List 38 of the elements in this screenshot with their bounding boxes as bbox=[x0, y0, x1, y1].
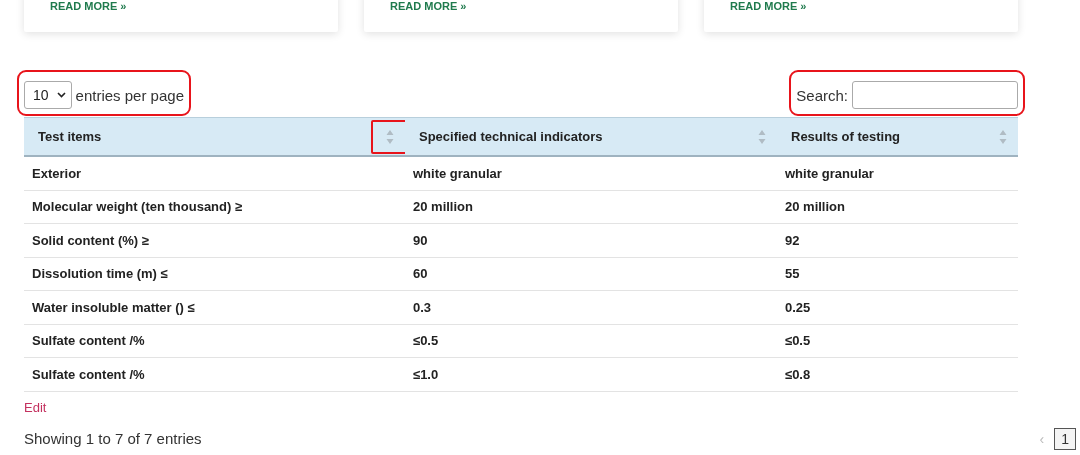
table-cell: Sulfate content /% bbox=[24, 358, 405, 392]
table-cell: 55 bbox=[777, 257, 1018, 291]
table-cell: 60 bbox=[405, 257, 777, 291]
search-field[interactable] bbox=[852, 81, 1018, 109]
edit-link[interactable]: Edit bbox=[24, 399, 47, 415]
read-more-link[interactable]: READ MORE » bbox=[50, 0, 127, 12]
chevron-down-icon bbox=[56, 92, 66, 98]
sort-icon[interactable] bbox=[386, 128, 394, 145]
table-cell: Molecular weight (ten thousand) ≥ bbox=[24, 190, 405, 224]
entries-info: Showing 1 to 7 of 7 entries bbox=[24, 430, 202, 447]
read-more-link[interactable]: READ MORE » bbox=[730, 0, 807, 12]
table-cell: white granular bbox=[405, 157, 777, 191]
table-cell: white granular bbox=[777, 157, 1018, 191]
table-cell: 20 million bbox=[405, 190, 777, 224]
table-cell: Solid content (%) ≥ bbox=[24, 224, 405, 258]
sort-icon[interactable] bbox=[758, 128, 766, 145]
page-link[interactable]: 1 bbox=[1054, 427, 1076, 450]
table-cell: ≤0.5 bbox=[405, 324, 777, 358]
table-cell: 0.3 bbox=[405, 291, 777, 325]
table-cell: ≤1.0 bbox=[405, 358, 777, 392]
table-cell: 92 bbox=[777, 224, 1018, 258]
sort-icon[interactable] bbox=[999, 128, 1007, 145]
table-cell: Sulfate content /% bbox=[24, 324, 405, 358]
column-header[interactable]: Specified technical indicators bbox=[405, 117, 777, 157]
table-cell: 20 million bbox=[777, 190, 1018, 224]
column-header[interactable]: Test items bbox=[24, 117, 405, 157]
table-cell: ≤0.5 bbox=[777, 324, 1018, 358]
table-cell: Dissolution time (m) ≤ bbox=[24, 257, 405, 291]
entries-select[interactable]: 10 bbox=[24, 81, 72, 109]
search-label: Search: bbox=[796, 86, 848, 104]
entries-label: entries per page bbox=[75, 86, 184, 104]
table-cell: ≤0.8 bbox=[777, 358, 1018, 392]
table-cell: 0.25 bbox=[777, 291, 1018, 325]
table-cell: 90 bbox=[405, 224, 777, 258]
table-cell: Water insoluble matter () ≤ bbox=[24, 291, 405, 325]
column-header[interactable]: Results of testing bbox=[777, 117, 1018, 157]
read-more-link[interactable]: READ MORE » bbox=[390, 0, 467, 12]
table-cell: Exterior bbox=[24, 157, 405, 191]
